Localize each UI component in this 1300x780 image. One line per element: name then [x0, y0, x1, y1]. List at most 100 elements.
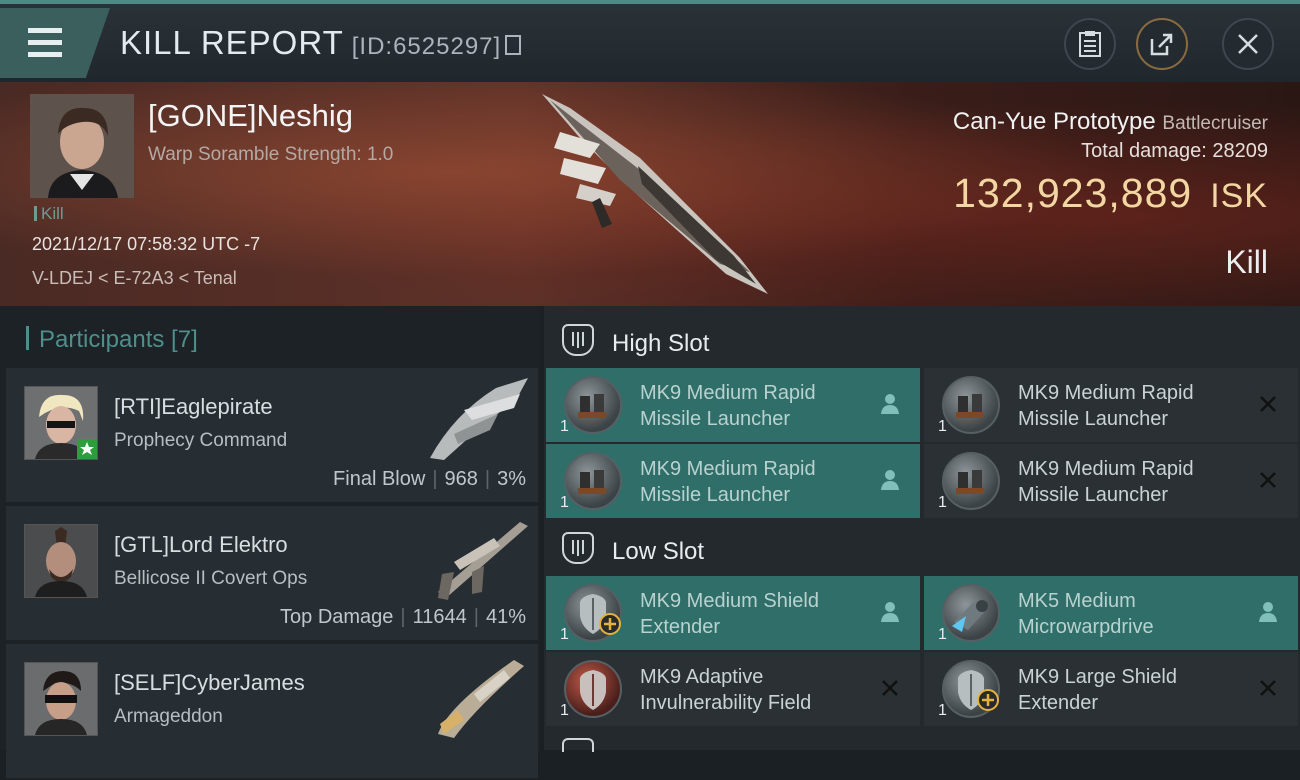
module-name-line2: Missile Launcher — [640, 484, 791, 506]
total-damage-value: 28209 — [1212, 140, 1268, 162]
participant-row[interactable]: [SELF]CyberJames Armageddon — [6, 644, 538, 780]
participant-avatar — [25, 663, 97, 735]
share-button[interactable] — [1136, 18, 1188, 70]
participant-ship: Armageddon — [114, 706, 223, 727]
module-name: MK9 Medium Rapid Missile Launcher — [1018, 380, 1238, 432]
separator: | — [432, 468, 438, 490]
module-name-line1: MK5 Medium — [1018, 590, 1136, 612]
module-quantity: 1 — [938, 418, 947, 435]
victim-avatar — [30, 94, 134, 198]
module-name-line2: Missile Launcher — [1018, 408, 1169, 430]
participant-ship: Prophecy Command — [114, 430, 288, 451]
participant-percent: 41% — [485, 606, 526, 628]
module-name: MK9 Medium Shield Extender — [640, 588, 860, 640]
separator: | — [484, 468, 491, 490]
participant-row[interactable]: [GTL]Lord Elektro Bellicose II Covert Op… — [6, 506, 538, 642]
module-name-line2: Microwarpdrive — [1018, 616, 1154, 638]
low-slot-icon — [562, 532, 594, 564]
menu-button[interactable] — [0, 8, 110, 78]
total-damage-label: Total damage: — [1081, 140, 1207, 162]
module-quantity: 1 — [938, 626, 947, 643]
participant-percent: 3% — [497, 468, 526, 490]
module-name: MK9 Medium Rapid Missile Launcher — [640, 456, 860, 508]
module-slot[interactable]: 1 MK9 Medium Shield Extender — [546, 576, 920, 650]
copy-icon[interactable] — [505, 35, 522, 55]
isk-unit: ISK — [1210, 177, 1268, 215]
invulnerability-field-icon — [564, 660, 622, 718]
dropped-person-icon — [1259, 602, 1277, 622]
participant-ship: Bellicose II Covert Ops — [114, 568, 308, 589]
module-name-line1: MK9 Adaptive — [640, 666, 764, 688]
module-slot[interactable]: 1 MK9 Large Shield Extender — [924, 652, 1298, 726]
separator: | — [400, 606, 406, 628]
share-icon — [1150, 33, 1173, 56]
participant-damage: 968 — [444, 468, 478, 490]
participant-name: [GTL]Lord Elektro — [114, 532, 288, 557]
kill-location[interactable]: V-LDEJ < E-72A3 < Tenal — [32, 268, 237, 289]
victim-portrait[interactable] — [30, 94, 134, 198]
high-slot-header: High Slot — [544, 310, 1300, 372]
participant-role: Final Blow — [333, 468, 426, 490]
module-slot[interactable]: 1 MK9 Adaptive Invulnerability Field — [546, 652, 920, 726]
isk-value: 132,923,889 ISK — [953, 170, 1268, 217]
module-name: MK9 Medium Rapid Missile Launcher — [1018, 456, 1238, 508]
participant-stats: Top Damage | 11644 | 41% — [280, 606, 526, 629]
module-quantity: 1 — [560, 702, 569, 719]
module-name-line1: MK9 Medium Rapid — [1018, 458, 1194, 480]
participant-row[interactable]: [RTI]Eaglepirate Prophecy Command Final … — [6, 368, 538, 504]
dropped-person-icon — [881, 470, 899, 490]
participant-role: Top Damage — [280, 606, 394, 628]
clipboard-button[interactable] — [1064, 18, 1116, 70]
ship-name-text: Can-Yue Prototype — [952, 108, 1156, 135]
top-bar: KILL REPORT [ID:6525297] — [0, 0, 1300, 82]
modules-panel: High Slot 1 MK9 Medium Rapid Missile Lau… — [544, 306, 1300, 752]
report-id: [ID:6525297] — [351, 33, 502, 60]
module-quantity: 1 — [938, 494, 947, 511]
participants-header: Participants [7] — [26, 326, 198, 354]
module-slot[interactable]: 1 MK9 Medium Rapid Missile Launcher — [924, 444, 1298, 518]
module-name-line2: Extender — [640, 616, 721, 638]
clipboard-icon — [1079, 31, 1101, 57]
menu-icon-bar — [28, 40, 62, 45]
missile-launcher-icon — [942, 376, 1000, 434]
kill-result: Kill — [1225, 244, 1268, 280]
kill-tag: Kill — [34, 204, 64, 224]
module-name-line1: MK9 Medium Shield — [640, 590, 819, 612]
avatar — [24, 662, 98, 736]
avatar — [24, 386, 98, 460]
destroyed-x-icon — [1260, 472, 1276, 488]
participants-panel: Participants [7] [RTI]Eaglepirate Prophe… — [0, 306, 540, 780]
module-slot[interactable]: 1 MK9 Medium Rapid Missile Launcher — [546, 368, 920, 442]
module-name-line2: Missile Launcher — [640, 408, 791, 430]
participant-ship-image — [438, 522, 528, 600]
warp-scramble-strength: Warp Soramble Strength: 1.0 — [148, 144, 394, 165]
module-slot[interactable]: 1 MK9 Medium Rapid Missile Launcher — [924, 368, 1298, 442]
participant-damage: 11644 — [412, 606, 467, 628]
destroyed-x-icon — [882, 680, 898, 696]
module-slot[interactable]: 1 MK9 Medium Rapid Missile Launcher — [546, 444, 920, 518]
ship-class: Battlecruiser — [1162, 113, 1268, 134]
plus-icon — [599, 613, 621, 635]
missile-launcher-icon — [564, 452, 622, 510]
victim-ship-image[interactable] — [520, 88, 790, 298]
module-name-line1: MK9 Medium Rapid — [640, 382, 816, 404]
missile-launcher-icon — [942, 452, 1000, 510]
participant-avatar — [25, 525, 97, 597]
victim-banner: [GONE]Neshig Warp Soramble Strength: 1.0… — [0, 82, 1300, 306]
dropped-person-icon — [881, 602, 899, 622]
star-icon — [77, 439, 97, 459]
victim-name[interactable]: [GONE]Neshig — [148, 98, 353, 134]
module-quantity: 1 — [560, 626, 569, 643]
microwarpdrive-icon — [942, 584, 1000, 642]
module-name-line2: Invulnerability Field — [640, 692, 812, 714]
high-slot-icon — [562, 324, 594, 356]
module-slot[interactable]: 1 MK5 Medium Microwarpdrive — [924, 576, 1298, 650]
destroyed-x-icon — [1260, 680, 1276, 696]
victim-ship-name[interactable]: Can-Yue Prototype Battlecruiser — [953, 108, 1268, 136]
module-name-line2: Missile Launcher — [1018, 484, 1169, 506]
close-button[interactable] — [1222, 18, 1274, 70]
dropped-person-icon — [881, 394, 899, 414]
menu-icon — [28, 28, 62, 33]
participant-name: [RTI]Eaglepirate — [114, 394, 273, 419]
high-slot-title: High Slot — [612, 330, 710, 357]
